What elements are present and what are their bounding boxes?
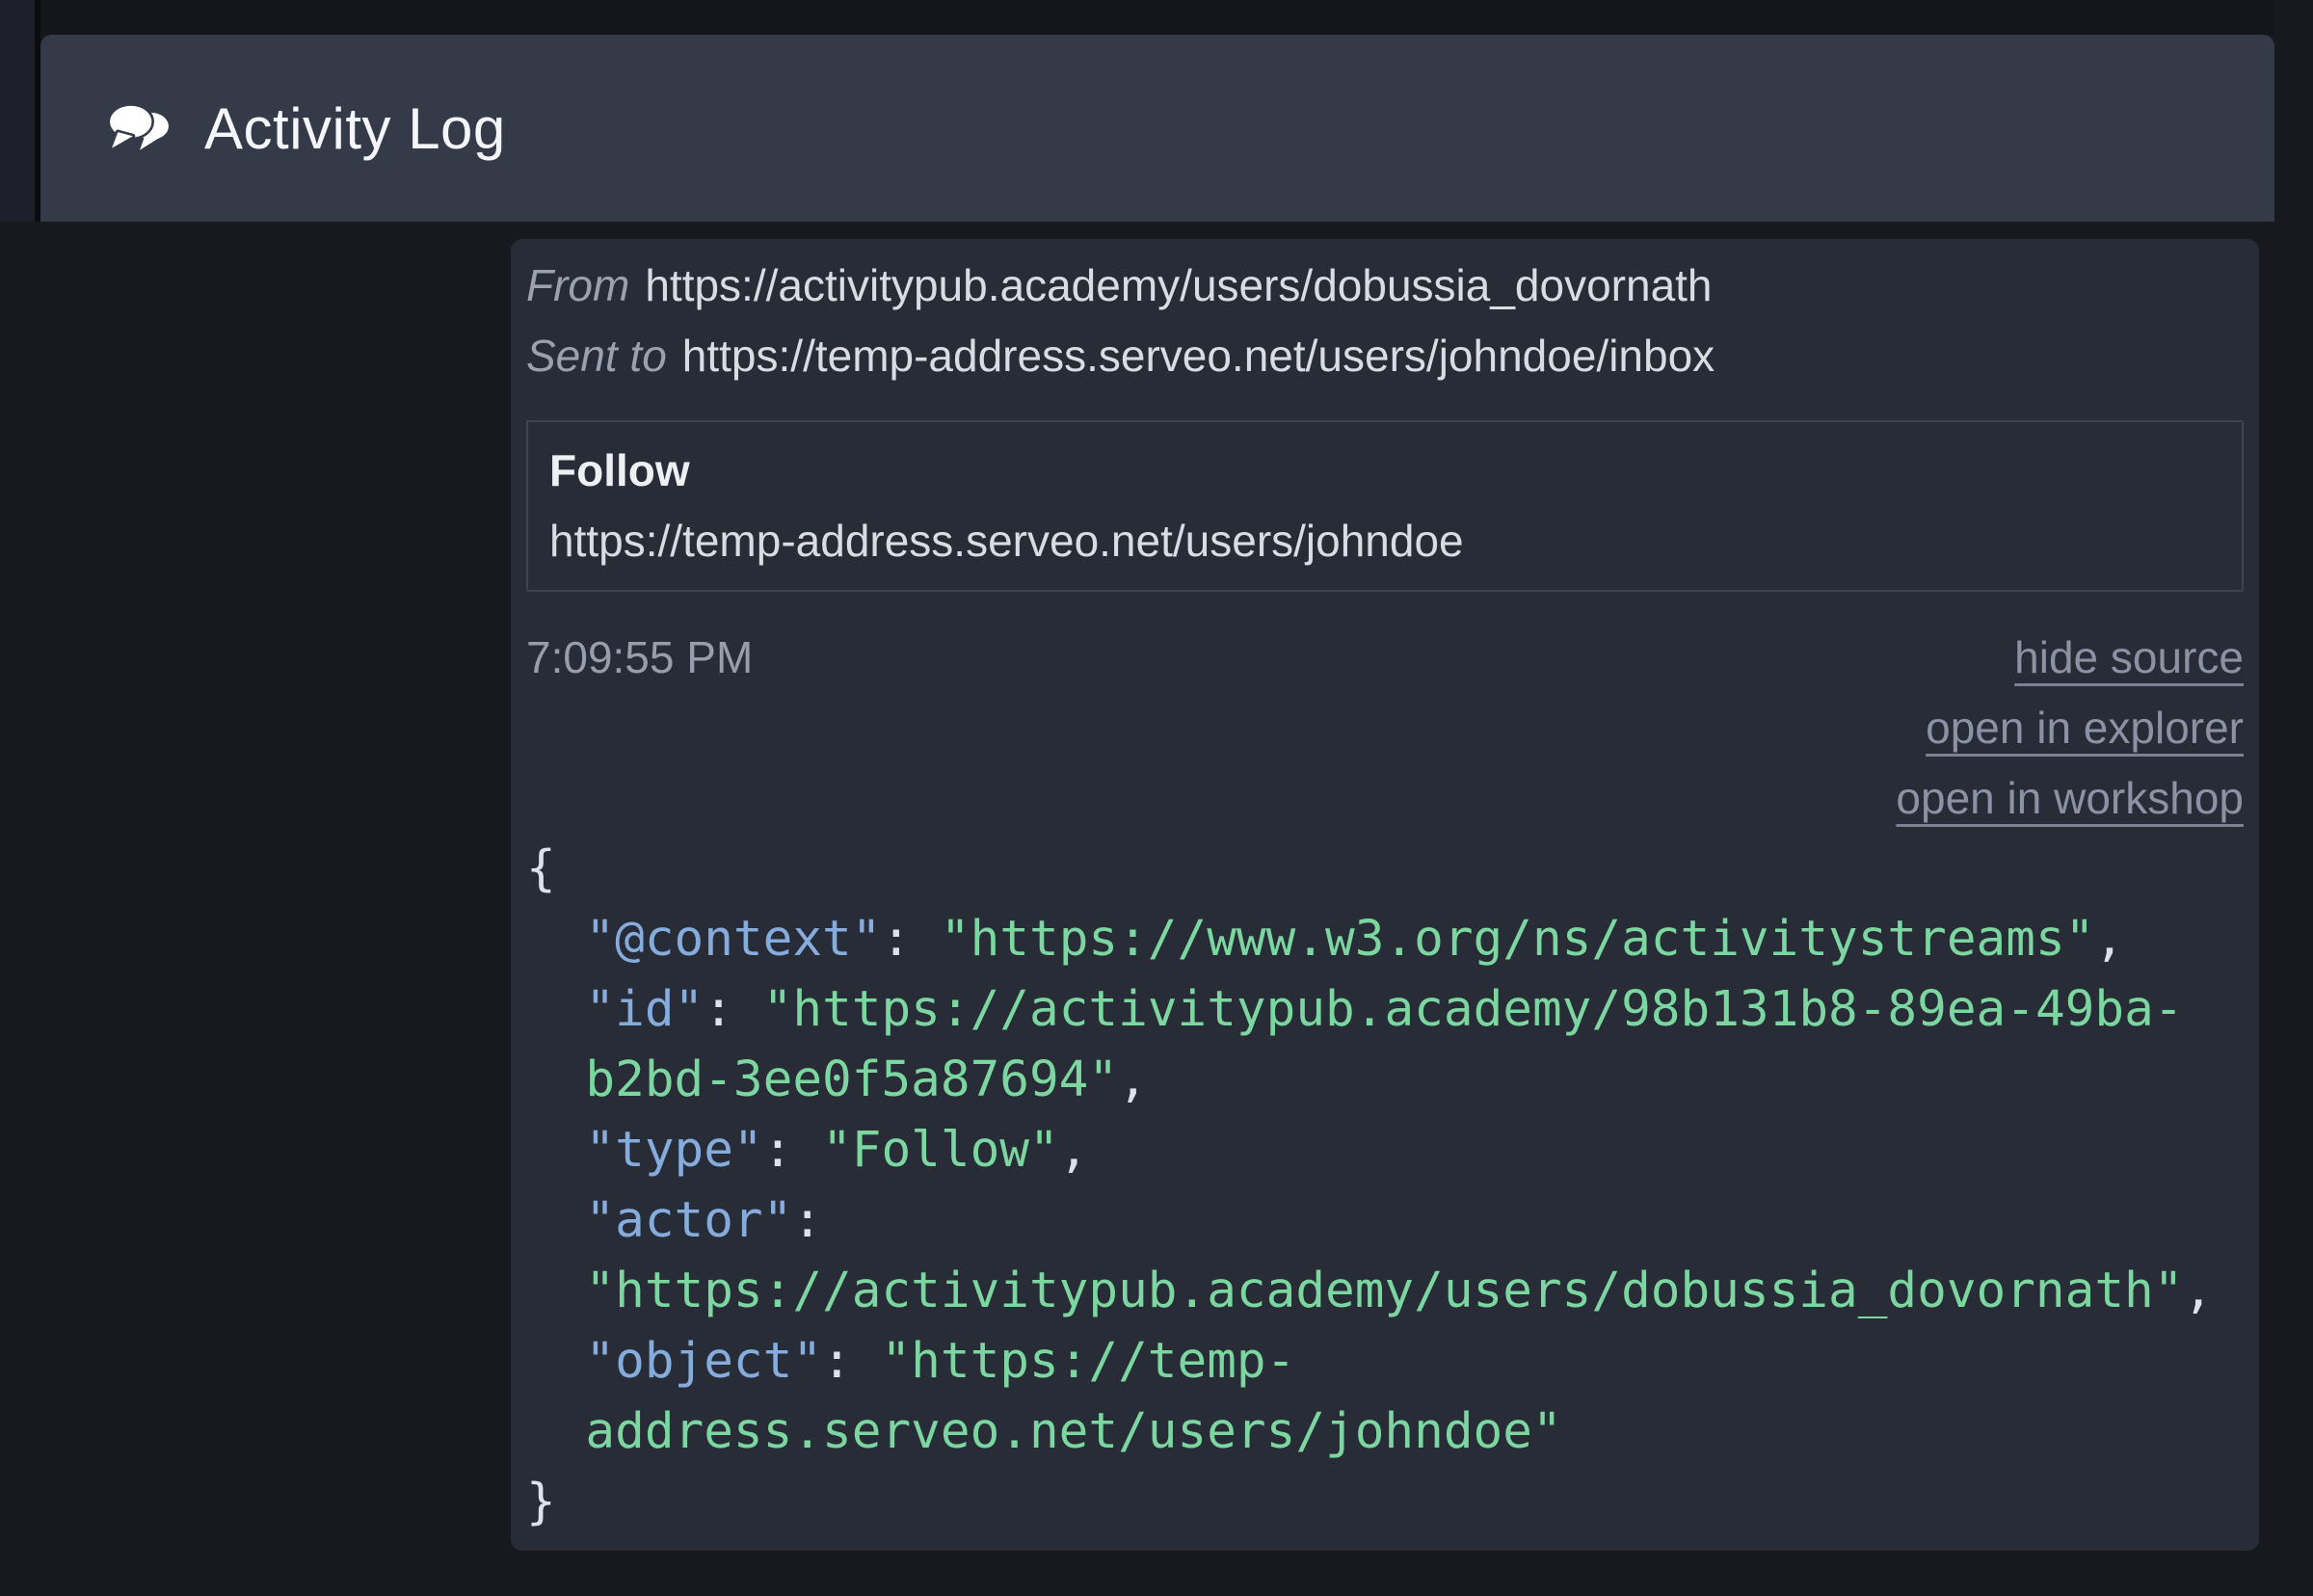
from-label: From xyxy=(526,260,630,310)
activity-summary-box: Follow https://temp-address.serveo.net/u… xyxy=(526,420,2244,592)
entry-meta-row: 7:09:55 PM hide source open in explorer … xyxy=(526,623,2244,834)
sent-to-label: Sent to xyxy=(526,331,667,381)
entry-actions: hide source open in explorer open in wor… xyxy=(1896,623,2244,834)
from-actor-url: https://activitypub.academy/users/dobuss… xyxy=(645,260,1713,310)
column-title: Activity Log xyxy=(204,95,506,161)
activity-source-json: {"@context": "https://www.w3.org/ns/acti… xyxy=(526,840,2214,1530)
activity-object-url: https://temp-address.serveo.net/users/jo… xyxy=(549,516,1464,566)
adjacent-column-edge xyxy=(0,0,35,222)
activity-entry: From https://activitypub.academy/users/do… xyxy=(511,239,2259,1551)
timestamp: 7:09:55 PM xyxy=(526,632,754,682)
hide-source-link[interactable]: hide source xyxy=(2014,623,2244,693)
comments-icon xyxy=(108,104,172,152)
from-line: From https://activitypub.academy/users/do… xyxy=(526,251,2244,321)
activity-type: Follow xyxy=(549,445,690,495)
open-in-explorer-link[interactable]: open in explorer xyxy=(1926,693,2244,763)
activity-log-header[interactable]: Activity Log xyxy=(40,35,2274,222)
column-top-gap xyxy=(40,0,2274,35)
open-in-workshop-link[interactable]: open in workshop xyxy=(1896,763,2244,834)
sent-to-line: Sent to https://temp-address.serveo.net/u… xyxy=(526,321,2244,391)
sent-to-inbox-url: https://temp-address.serveo.net/users/jo… xyxy=(681,331,1715,381)
